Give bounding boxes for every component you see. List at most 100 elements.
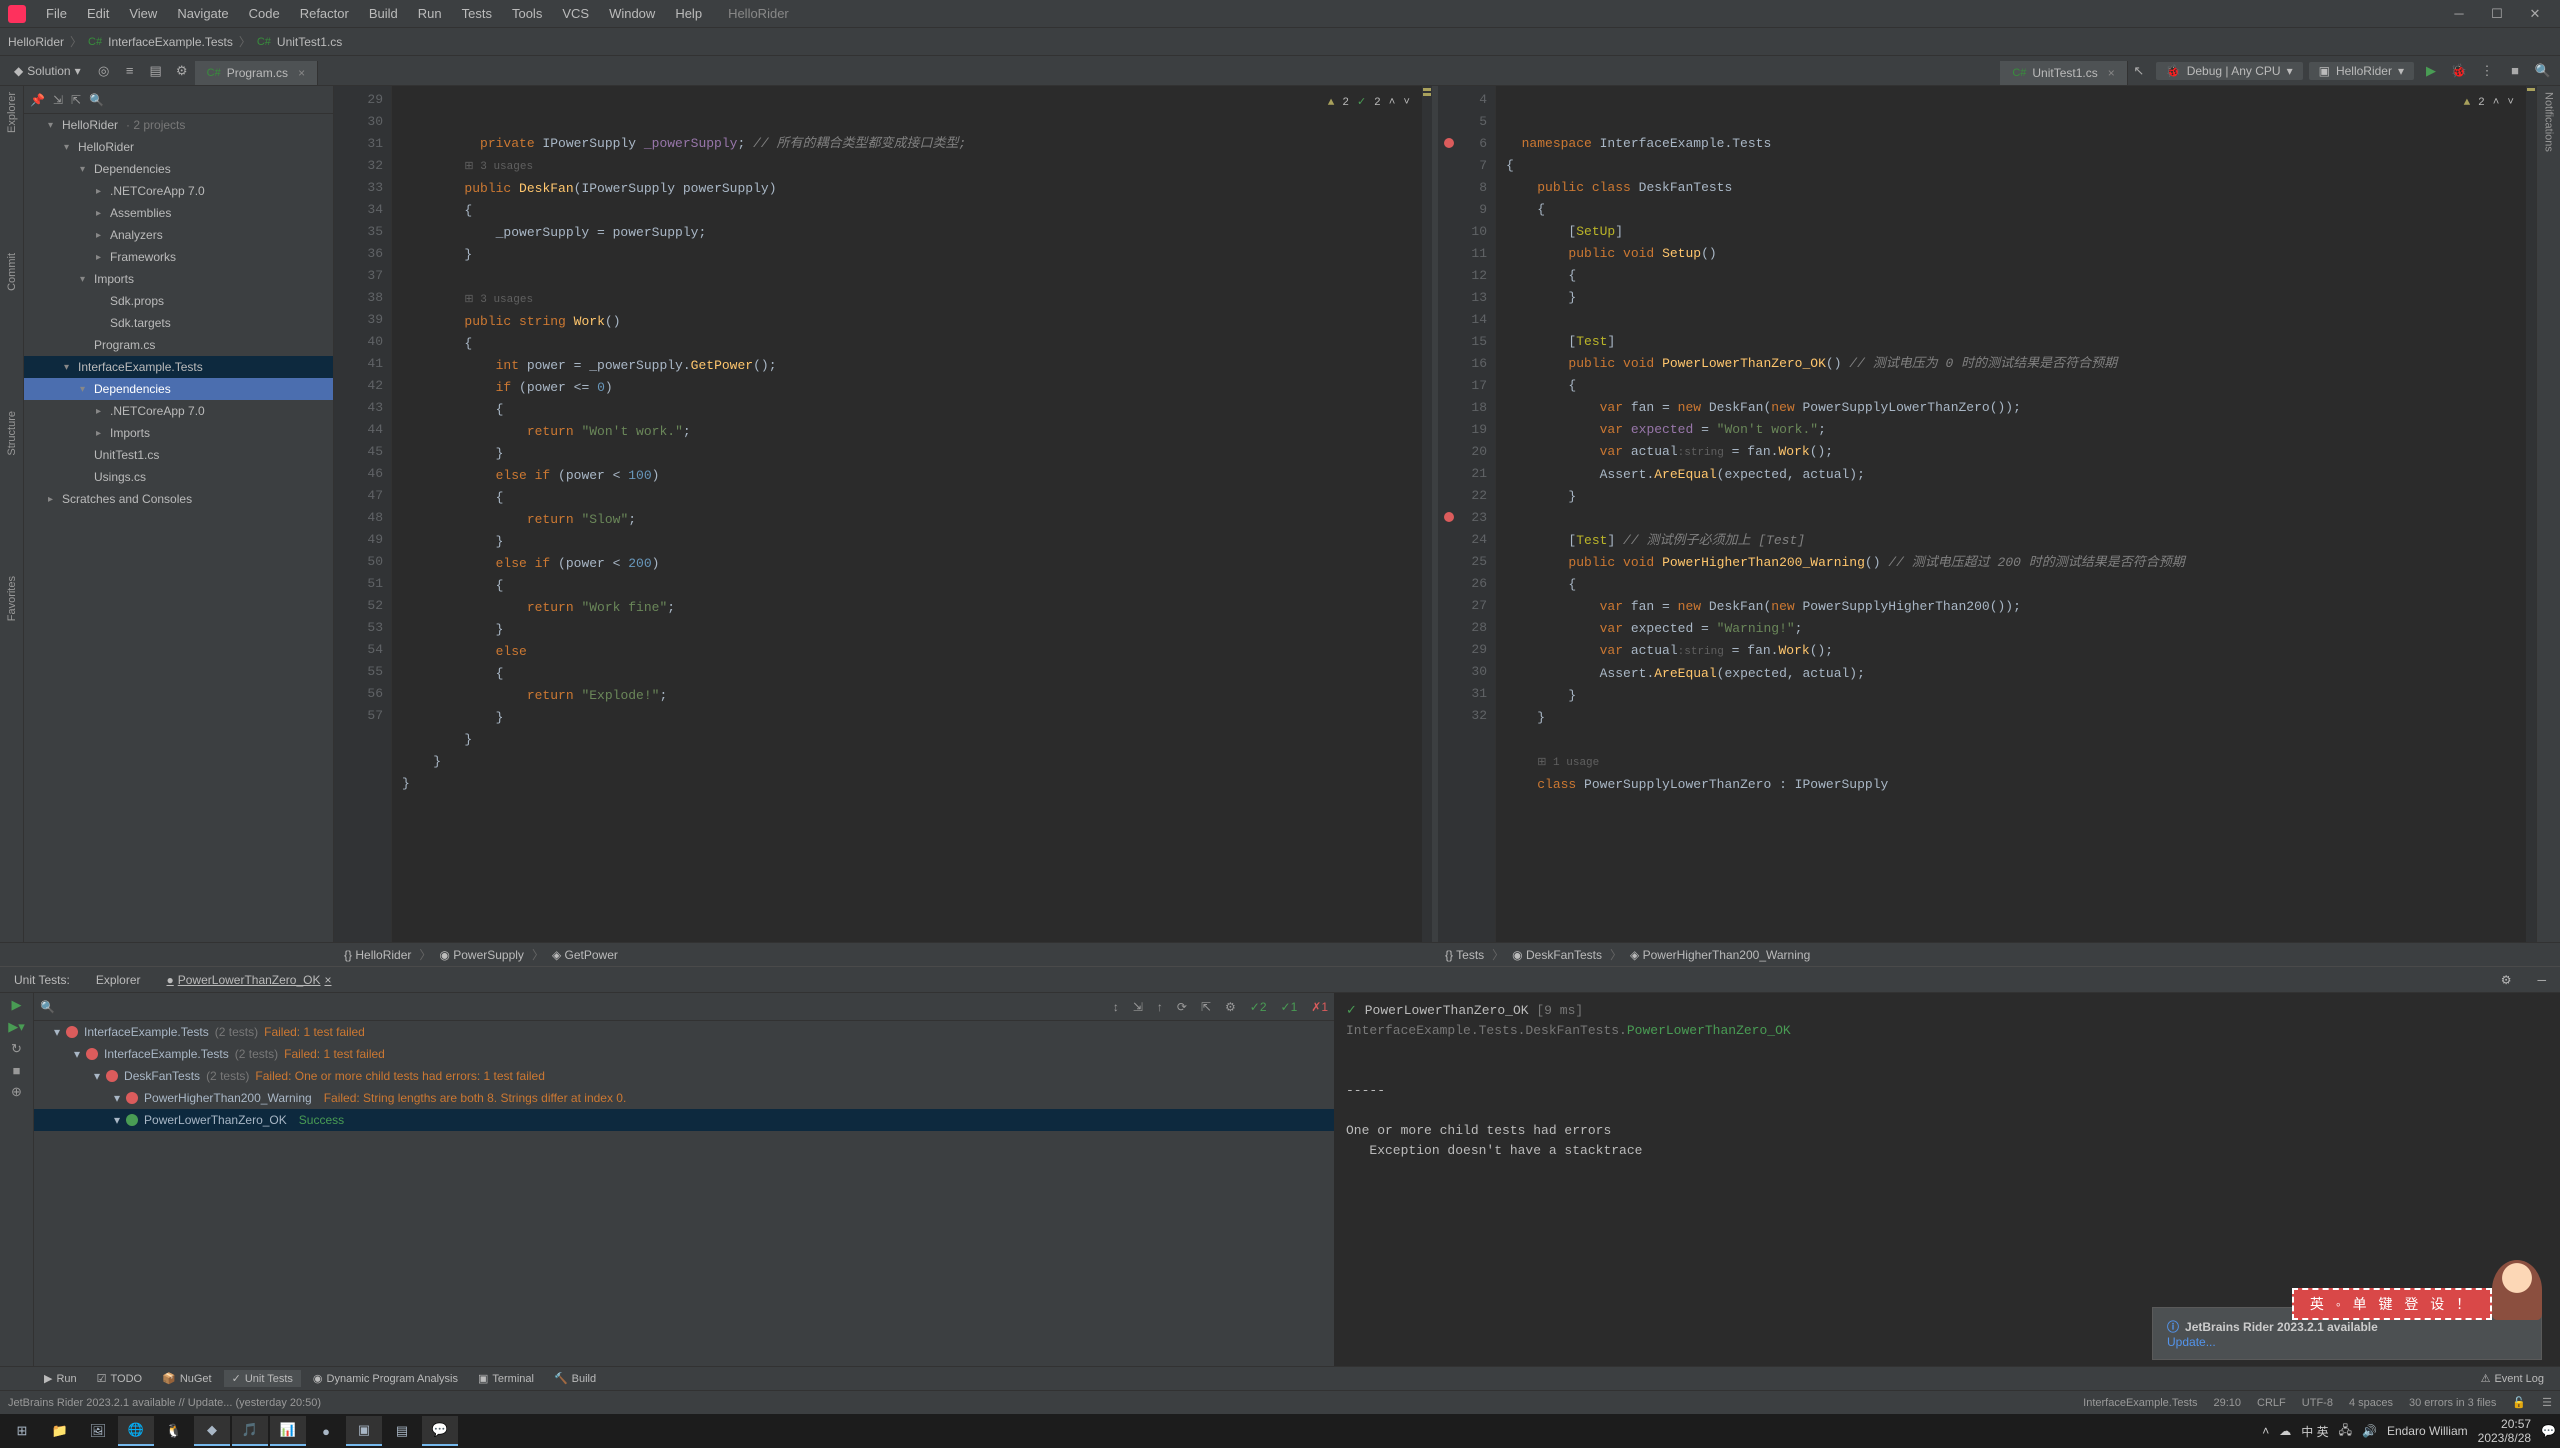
- menu-vcs[interactable]: VCS: [552, 6, 599, 21]
- stop-tests-button[interactable]: ■: [13, 1063, 21, 1078]
- menu-window[interactable]: Window: [599, 6, 665, 21]
- chevron-down-icon[interactable]: ˅: [2507, 92, 2514, 114]
- tool-eventlog[interactable]: ⚠ Event Log: [2473, 1370, 2552, 1387]
- task-ppt[interactable]: 📊: [270, 1416, 306, 1446]
- tree-node[interactable]: ▾Dependencies: [24, 378, 333, 400]
- expand-icon[interactable]: ≡: [119, 60, 141, 82]
- tool-todo[interactable]: ☑ TODO: [89, 1370, 150, 1387]
- minimize-button[interactable]: ─: [2442, 3, 2476, 25]
- tree-node[interactable]: ▾Imports: [24, 268, 333, 290]
- menu-tests[interactable]: Tests: [452, 6, 502, 21]
- search-icon[interactable]: 🔍: [40, 1000, 55, 1014]
- tool-terminal[interactable]: ▣ Terminal: [470, 1370, 542, 1387]
- crumb-class[interactable]: ◉ PowerSupply: [439, 948, 524, 962]
- notifications-tab[interactable]: Notifications: [2543, 92, 2555, 152]
- pin-icon[interactable]: 📌: [30, 93, 45, 107]
- favorites-tab[interactable]: Favorites: [6, 576, 18, 621]
- crumb-ns[interactable]: {} HelloRider: [344, 948, 411, 962]
- task-qq[interactable]: 🐧: [156, 1416, 192, 1446]
- collapse-icon[interactable]: ↑: [1157, 1000, 1163, 1014]
- status-encoding[interactable]: UTF-8: [2302, 1397, 2333, 1409]
- expand-icon[interactable]: ⇲: [1133, 1000, 1143, 1014]
- target-icon[interactable]: ◎: [93, 60, 115, 82]
- solution-dropdown[interactable]: ◆ Solution ▾: [6, 62, 89, 80]
- export-icon[interactable]: ⇱: [1201, 1000, 1211, 1014]
- tree-node[interactable]: Program.cs: [24, 334, 333, 356]
- tree-node[interactable]: ▾Dependencies: [24, 158, 333, 180]
- editor-right[interactable]: ▲2 ˄ ˅ namespace InterfaceExample.Tests …: [1496, 86, 2526, 942]
- task-rider[interactable]: ▣: [346, 1416, 382, 1446]
- tray-ime[interactable]: 中 英: [2301, 1423, 2328, 1440]
- nav-back-icon[interactable]: ↖: [2128, 60, 2150, 82]
- tree-node[interactable]: UnitTest1.cs: [24, 444, 333, 466]
- tree-node[interactable]: ▾HelloRider: [24, 136, 333, 158]
- tool-build[interactable]: 🔨 Build: [546, 1370, 604, 1387]
- more-icon[interactable]: ⋮: [2476, 60, 2498, 82]
- task-photos[interactable]: 🖼: [80, 1416, 116, 1446]
- tree-node[interactable]: Sdk.targets: [24, 312, 333, 334]
- tree-node[interactable]: ▸Assemblies: [24, 202, 333, 224]
- chevron-up-icon[interactable]: ˄: [2493, 92, 2500, 114]
- error-stripe-right[interactable]: [2526, 86, 2536, 942]
- structure-tab[interactable]: Structure: [6, 411, 18, 456]
- task-wechat[interactable]: 💬: [422, 1416, 458, 1446]
- tree-node[interactable]: ▸Frameworks: [24, 246, 333, 268]
- task-explorer[interactable]: 📁: [42, 1416, 78, 1446]
- hide-icon[interactable]: ─: [2533, 970, 2550, 990]
- maximize-button[interactable]: ☐: [2480, 3, 2514, 25]
- test-node[interactable]: ▾PowerLowerThanZero_OK Success: [34, 1109, 1334, 1131]
- menu-build[interactable]: Build: [359, 6, 408, 21]
- run-button[interactable]: ▶: [2420, 60, 2442, 82]
- task-edge[interactable]: 🌐: [118, 1416, 154, 1446]
- tray-cloud[interactable]: ☁: [2279, 1424, 2291, 1438]
- debug-tests-button[interactable]: ▶▾: [8, 1019, 25, 1035]
- close-button[interactable]: ✕: [2518, 3, 2552, 25]
- menu-run[interactable]: Run: [408, 6, 452, 21]
- tree-root[interactable]: ▾HelloRider· 2 projects: [24, 114, 333, 136]
- editor-tab-program[interactable]: C#Program.cs×: [195, 61, 318, 85]
- menu-edit[interactable]: Edit: [77, 6, 119, 21]
- status-lineend[interactable]: CRLF: [2257, 1397, 2286, 1409]
- crumb-file2[interactable]: UnitTest1.cs: [277, 35, 342, 49]
- run-config[interactable]: 🐞 Debug | Any CPU ▾: [2156, 62, 2303, 80]
- tree-node[interactable]: ▸.NETCoreApp 7.0: [24, 400, 333, 422]
- explorer-subtab[interactable]: Explorer: [92, 970, 145, 990]
- tool-nuget[interactable]: 📦 NuGet: [154, 1370, 220, 1387]
- tray-vol[interactable]: 🔊: [2362, 1424, 2377, 1438]
- readonly-icon[interactable]: 🔓: [2512, 1396, 2526, 1409]
- collapse-all-icon[interactable]: ⇲: [53, 93, 63, 107]
- filter-icon[interactable]: ⊕: [11, 1084, 22, 1100]
- crumb-method[interactable]: ◈ PowerHigherThan200_Warning: [1630, 948, 1810, 962]
- error-stripe-left[interactable]: [1422, 86, 1432, 942]
- tree-node[interactable]: ▸Scratches and Consoles: [24, 488, 333, 510]
- crumb-ns[interactable]: {} Tests: [1445, 948, 1484, 962]
- chevron-up-icon[interactable]: ˄: [1389, 92, 1396, 114]
- task-app2[interactable]: 🎵: [232, 1416, 268, 1446]
- menu-refactor[interactable]: Refactor: [290, 6, 359, 21]
- gear-icon[interactable]: ⚙: [1225, 1000, 1236, 1014]
- tool-dpa[interactable]: ◉ Dynamic Program Analysis: [305, 1370, 466, 1387]
- test-node[interactable]: ▾InterfaceExample.Tests (2 tests) Failed…: [34, 1021, 1334, 1043]
- stop-button[interactable]: ■: [2504, 60, 2526, 82]
- rerun-button[interactable]: ↻: [11, 1041, 22, 1057]
- more-icon[interactable]: ☰: [2542, 1396, 2552, 1409]
- tray-notif[interactable]: 💬: [2541, 1424, 2556, 1438]
- close-icon[interactable]: ×: [298, 66, 305, 80]
- collapse-icon[interactable]: ▤: [145, 60, 167, 82]
- tree-node[interactable]: ▾InterfaceExample.Tests: [24, 356, 333, 378]
- explorer-tab[interactable]: Explorer: [6, 92, 18, 133]
- tray-chevron[interactable]: ˄: [2262, 1424, 2269, 1438]
- status-message[interactable]: JetBrains Rider 2023.2.1 available // Up…: [8, 1397, 321, 1409]
- sort-icon[interactable]: ↕: [1113, 1000, 1119, 1014]
- menu-help[interactable]: Help: [665, 6, 712, 21]
- start-button[interactable]: ⊞: [4, 1416, 40, 1446]
- status-caret[interactable]: 29:10: [2214, 1397, 2242, 1409]
- crumb-project[interactable]: HelloRider: [8, 35, 64, 49]
- tree-node[interactable]: ▸Analyzers: [24, 224, 333, 246]
- tool-unittests[interactable]: ✓ Unit Tests: [224, 1370, 301, 1387]
- menu-file[interactable]: File: [36, 6, 77, 21]
- test-node[interactable]: ▾DeskFanTests (2 tests) Failed: One or m…: [34, 1065, 1334, 1087]
- menu-navigate[interactable]: Navigate: [167, 6, 238, 21]
- editor-left[interactable]: ▲2 ✓2 ˄ ˅ private IPowerSupply _powerSup…: [392, 86, 1422, 942]
- crumb-file1[interactable]: InterfaceExample.Tests: [108, 35, 233, 49]
